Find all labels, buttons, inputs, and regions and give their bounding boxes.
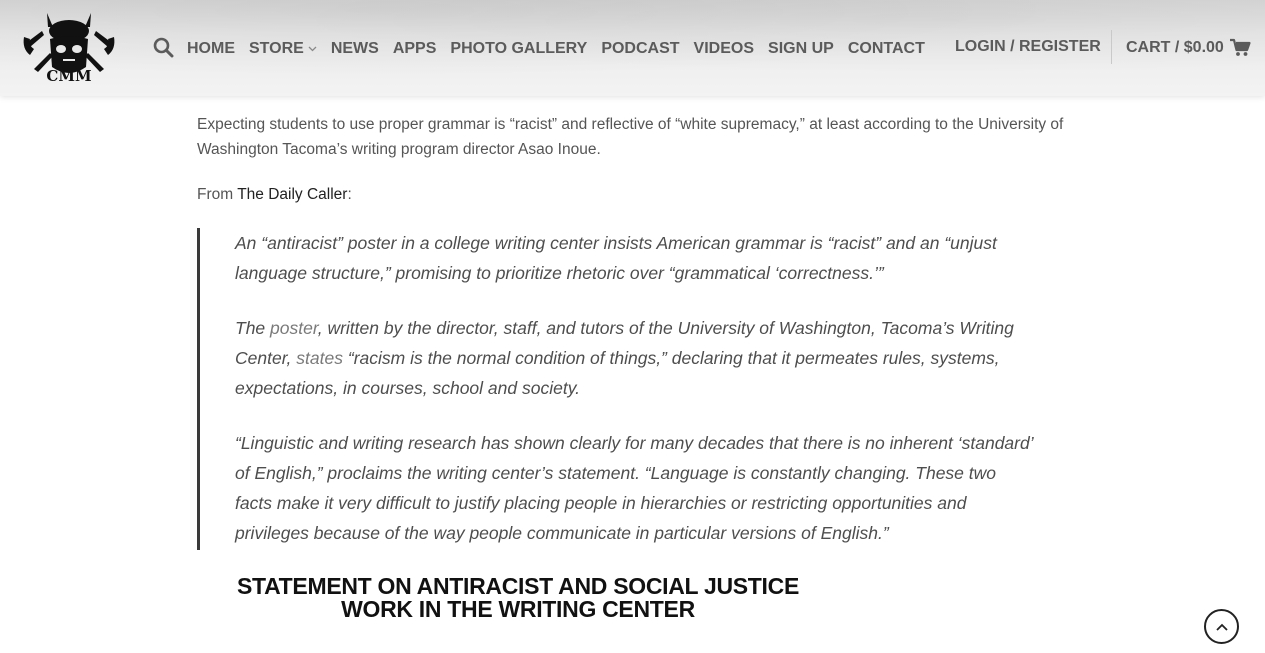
nav-contact[interactable]: CONTACT	[848, 40, 925, 58]
nav-store-label: STORE	[249, 40, 304, 57]
nav-store[interactable]: STORE	[249, 40, 317, 58]
states-link[interactable]: states	[296, 348, 343, 368]
quote-paragraph-3: “Linguistic and writing research has sho…	[235, 433, 1033, 543]
login-register-link[interactable]: LOGIN / REGISTER	[955, 38, 1101, 56]
source-line: From The Daily Caller:	[197, 182, 1067, 207]
main-nav: HOME STORE NEWS APPS PHOTO GALLERY PODCA…	[187, 38, 939, 60]
quote-p2-text-c: “racism is the normal condition of thing…	[235, 348, 1000, 398]
header-divider	[1111, 30, 1112, 64]
poster-image-title: STATEMENT ON ANTIRACIST AND SOCIAL JUSTI…	[234, 575, 802, 621]
source-link[interactable]: The Daily Caller	[237, 186, 347, 203]
article-body: Expecting students to use proper grammar…	[197, 112, 1067, 550]
poster-title-line-1: STATEMENT ON ANTIRACIST AND SOCIAL JUSTI…	[237, 573, 799, 599]
nav-photo-gallery[interactable]: PHOTO GALLERY	[450, 40, 587, 58]
site-header: CMM HOME STORE NEWS APPS PHOTO GALLERY P…	[0, 0, 1265, 96]
nav-home[interactable]: HOME	[187, 40, 235, 58]
svg-text:CMM: CMM	[46, 67, 91, 85]
quote-paragraph-1: An “antiracist” poster in a college writ…	[235, 233, 997, 283]
nav-podcast[interactable]: PODCAST	[601, 40, 679, 58]
cart-label: CART / $0.00	[1126, 38, 1224, 56]
nav-videos[interactable]: VIDEOS	[694, 40, 754, 58]
quote-p2-text-a: The	[235, 318, 271, 338]
blockquote: An “antiracist” poster in a college writ…	[197, 228, 1035, 550]
logo-icon[interactable]: CMM	[20, 9, 118, 85]
cart-link[interactable]: CART / $0.00	[1126, 38, 1251, 57]
nav-apps[interactable]: APPS	[393, 40, 437, 58]
cart-icon	[1229, 38, 1251, 56]
chevron-up-icon	[1215, 623, 1228, 631]
nav-news[interactable]: NEWS	[331, 40, 379, 58]
search-icon[interactable]	[153, 37, 174, 58]
article-lead: Expecting students to use proper grammar…	[197, 116, 1064, 158]
source-suffix: :	[347, 186, 352, 203]
chevron-down-icon	[308, 46, 317, 52]
poster-link[interactable]: poster	[270, 318, 318, 338]
source-prefix: From	[197, 186, 238, 203]
nav-sign-up[interactable]: SIGN UP	[768, 40, 834, 58]
quote-paragraph-2: The poster, written by the director, sta…	[235, 313, 1035, 403]
poster-title-line-2: WORK IN THE WRITING CENTER	[341, 596, 695, 622]
back-to-top-button[interactable]	[1204, 609, 1239, 644]
